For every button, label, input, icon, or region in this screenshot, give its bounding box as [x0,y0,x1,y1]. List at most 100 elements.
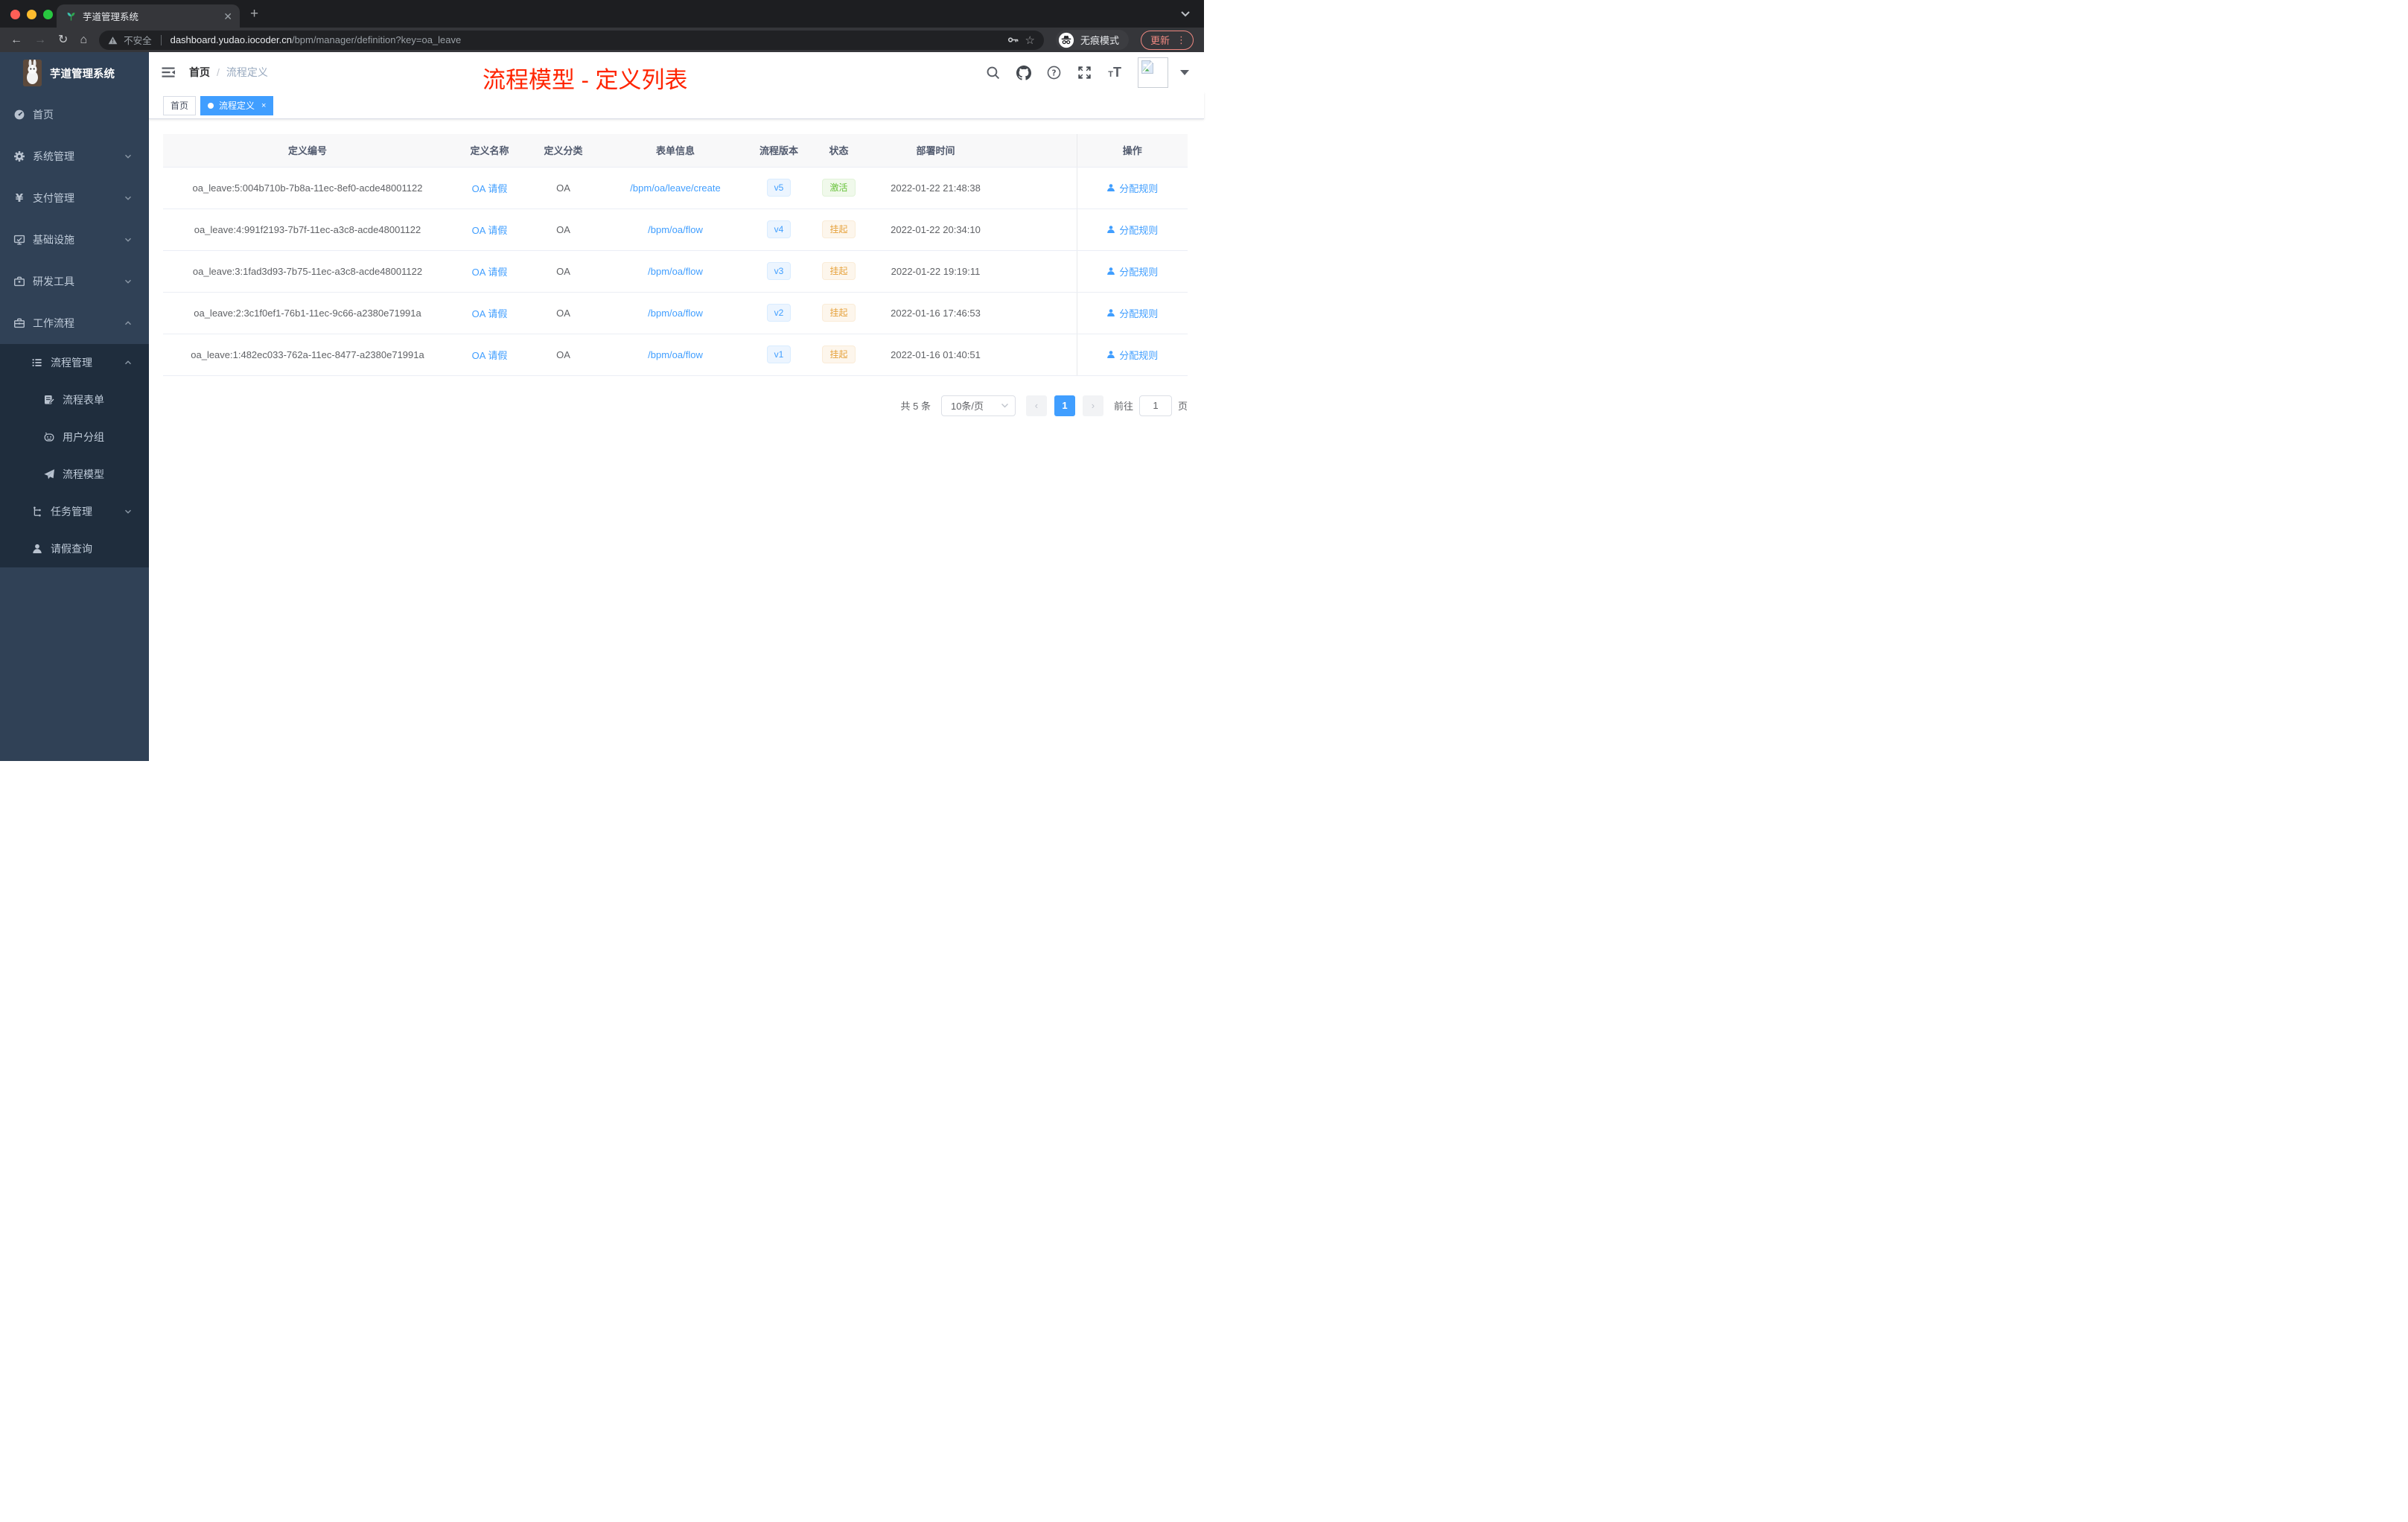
definition-name-link[interactable]: OA 请假 [472,225,508,236]
url-bar[interactable]: 不安全 dashboard.yudao.iocoder.cn/bpm/manag… [99,30,1044,50]
form-link[interactable]: /bpm/oa/flow [648,266,703,277]
browser-menu-icon[interactable]: ⋮ [1176,34,1186,46]
process-definition-table: 定义编号 定义名称 定义分类 表单信息 流程版本 状态 部署时间 操作 oa_l… [163,134,1188,376]
definition-name-link[interactable]: OA 请假 [472,350,508,361]
col-operations: 操作 [1076,134,1188,168]
breadcrumb-separator: / [217,66,220,78]
version-badge[interactable]: v4 [766,220,791,238]
col-form-info: 表单信息 [599,134,751,168]
new-tab-button[interactable]: + [250,6,258,22]
github-icon[interactable] [1016,65,1032,80]
version-badge[interactable]: v1 [766,346,791,363]
url-path: /bpm/manager/definition?key=oa_leave [291,34,462,45]
form-link[interactable]: /bpm/oa/leave/create [630,182,720,194]
cell-category: OA [527,208,599,251]
security-label[interactable]: 不安全 [124,33,152,47]
sidebar-item-process-management[interactable]: 流程管理 [0,344,149,381]
back-button[interactable]: ← [10,34,22,46]
chevron-down-icon [124,235,133,244]
sidebar-item-task-management[interactable]: 任务管理 [0,493,149,530]
sidebar-item-process-model[interactable]: 流程模型 [0,456,149,493]
sidebar-item-home[interactable]: 首页 [0,94,149,136]
assign-rule-button[interactable]: 分配规则 [1106,264,1158,278]
assign-rule-button[interactable]: 分配规则 [1106,223,1158,237]
goto-page-input[interactable] [1138,395,1172,416]
form-link[interactable]: /bpm/oa/flow [648,224,703,235]
sidebar-item-workflow[interactable]: 工作流程 [0,302,149,344]
tag-label: 流程定义 [219,101,255,111]
assign-rule-button[interactable]: 分配规则 [1106,348,1158,362]
page-unit-label: 页 [1177,401,1188,412]
form-link[interactable]: /bpm/oa/flow [648,308,703,319]
caret-down-icon[interactable] [1180,69,1189,75]
definition-name-link[interactable]: OA 请假 [472,267,508,278]
close-window-button[interactable] [10,10,20,19]
sidebar-item-system[interactable]: 系统管理 [0,136,149,177]
version-badge[interactable]: v3 [766,262,791,280]
url-host: dashboard.yudao.iocoder.cn [170,34,292,45]
browser-tab[interactable]: 芋道管理系统 ✕ [57,4,240,28]
breadcrumb-home[interactable]: 首页 [189,65,210,80]
assign-rule-button[interactable]: 分配规则 [1106,306,1158,320]
form-edit-icon [43,394,55,406]
tag-home[interactable]: 首页 [163,95,197,115]
assign-rule-button[interactable]: 分配规则 [1106,181,1158,195]
sidebar-item-user-group[interactable]: 用户分组 [0,418,149,456]
sidebar-item-leave-query[interactable]: 请假查询 [0,530,149,567]
window-controls[interactable] [10,10,53,19]
divider [160,34,162,45]
home-button[interactable]: ⌂ [80,34,87,46]
user-group-icon [43,431,55,443]
pagination-total: 共 5 条 [900,401,931,412]
tab-search-chevron-icon[interactable] [1180,10,1191,18]
zoom-window-button[interactable] [43,10,53,19]
definition-name-link[interactable]: OA 请假 [472,183,508,194]
chevron-up-icon [124,319,133,328]
forward-button[interactable]: → [34,34,46,46]
breadcrumb-current: 流程定义 [226,66,268,78]
version-badge[interactable]: v5 [766,179,791,197]
cell-filler [1000,167,1077,209]
workflow-submenu: 流程管理 流程表单 用户分组 流程模型 任务管理 请假查询 [0,344,149,567]
sidebar-item-process-form[interactable]: 流程表单 [0,381,149,418]
annotation-title: 流程模型 - 定义列表 [482,67,688,93]
list-tree-icon [31,357,43,369]
browser-toolbar: ← → ↻ ⌂ 不安全 dashboard.yudao.iocoder.cn/b… [0,28,1204,52]
reload-button[interactable]: ↻ [58,34,68,46]
page-size-select[interactable]: 10条/页 [940,395,1016,416]
search-icon[interactable] [986,66,1000,80]
page-number-active[interactable]: 1 [1054,395,1075,416]
sidebar-item-infrastructure[interactable]: 基础设施 [0,219,149,261]
gear-icon [13,150,25,162]
bookmark-star-icon[interactable]: ☆ [1025,34,1035,47]
definition-name-link[interactable]: OA 请假 [472,308,508,319]
password-key-icon[interactable] [1007,34,1019,46]
table-row: oa_leave:2:3c1f0ef1-76b1-11ec-9c66-a2380… [163,292,1188,334]
version-badge[interactable]: v2 [766,304,791,322]
cell-deploy-time: 2022-01-22 19:19:11 [871,250,1000,293]
minimize-window-button[interactable] [27,10,36,19]
svg-text:¥: ¥ [16,192,24,204]
tag-process-definition[interactable]: 流程定义 × [200,95,274,115]
tag-close-icon[interactable]: × [261,101,266,110]
cell-filler [1000,292,1077,334]
sidebar-item-payment[interactable]: ¥ 支付管理 [0,177,149,219]
sidebar-item-label: 请假查询 [51,543,92,555]
col-process-version: 流程版本 [751,134,806,168]
sidebar-toggle-hamburger-icon[interactable] [161,65,176,80]
fullscreen-icon[interactable] [1077,66,1092,80]
navbar-actions: ? TT [986,57,1189,88]
help-icon[interactable]: ? [1047,66,1061,80]
text-size-icon[interactable]: TT [1108,65,1121,80]
update-label: 更新 [1150,35,1170,46]
update-button[interactable]: 更新 ⋮ [1140,30,1194,50]
app-logo[interactable]: 芋道管理系统 [0,52,149,94]
form-link[interactable]: /bpm/oa/flow [648,349,703,360]
sidebar-item-devtools[interactable]: 研发工具 [0,261,149,302]
url-text[interactable]: dashboard.yudao.iocoder.cn/bpm/manager/d… [171,34,1001,45]
avatar[interactable] [1138,57,1168,88]
next-page-button[interactable]: › [1082,395,1103,416]
cell-deploy-time: 2022-01-16 17:46:53 [871,292,1000,334]
tab-close-icon[interactable]: ✕ [223,11,232,22]
prev-page-button[interactable]: ‹ [1025,395,1047,416]
